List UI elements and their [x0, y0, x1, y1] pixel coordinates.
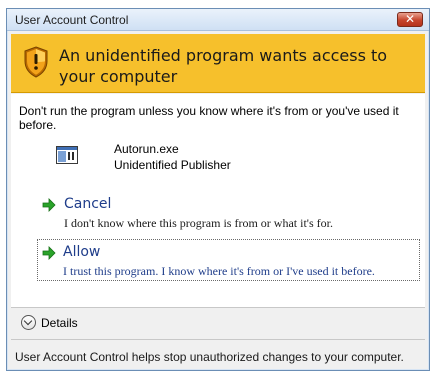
warning-banner: An unidentified program wants access to …: [11, 34, 425, 93]
details-label[interactable]: Details: [41, 316, 78, 330]
details-row: Details: [11, 307, 425, 337]
title-bar: User Account Control ✕: [7, 9, 429, 31]
cancel-title: Cancel: [64, 196, 112, 212]
uac-dialog: User Account Control ✕ An unidentified p…: [6, 8, 430, 371]
allow-description: I trust this program. I know where it's …: [63, 264, 375, 278]
banner-heading: An unidentified program wants access to …: [59, 46, 388, 86]
allow-option[interactable]: Allow I trust this program. I know where…: [37, 239, 420, 281]
green-arrow-icon: [42, 198, 56, 212]
allow-title: Allow: [63, 244, 101, 260]
footer-text: User Account Control helps stop unauthor…: [15, 350, 404, 364]
details-expand-button[interactable]: [21, 315, 36, 330]
shield-warning-icon: [24, 46, 48, 78]
cancel-description: I don't know where this program is from …: [64, 216, 333, 230]
program-publisher: Unidentified Publisher: [114, 158, 231, 172]
close-button[interactable]: ✕: [397, 12, 423, 27]
window-title: User Account Control: [15, 13, 129, 27]
dialog-footer: User Account Control helps stop unauthor…: [11, 339, 425, 367]
program-window-icon: [56, 146, 78, 164]
program-name: Autorun.exe: [114, 142, 179, 156]
close-icon: ✕: [404, 12, 416, 26]
green-arrow-icon: [42, 246, 56, 260]
dialog-content: Don't run the program unless you know wh…: [11, 94, 425, 307]
cancel-option[interactable]: Cancel I don't know where this program i…: [39, 196, 419, 234]
warning-message: Don't run the program unless you know wh…: [19, 104, 399, 132]
